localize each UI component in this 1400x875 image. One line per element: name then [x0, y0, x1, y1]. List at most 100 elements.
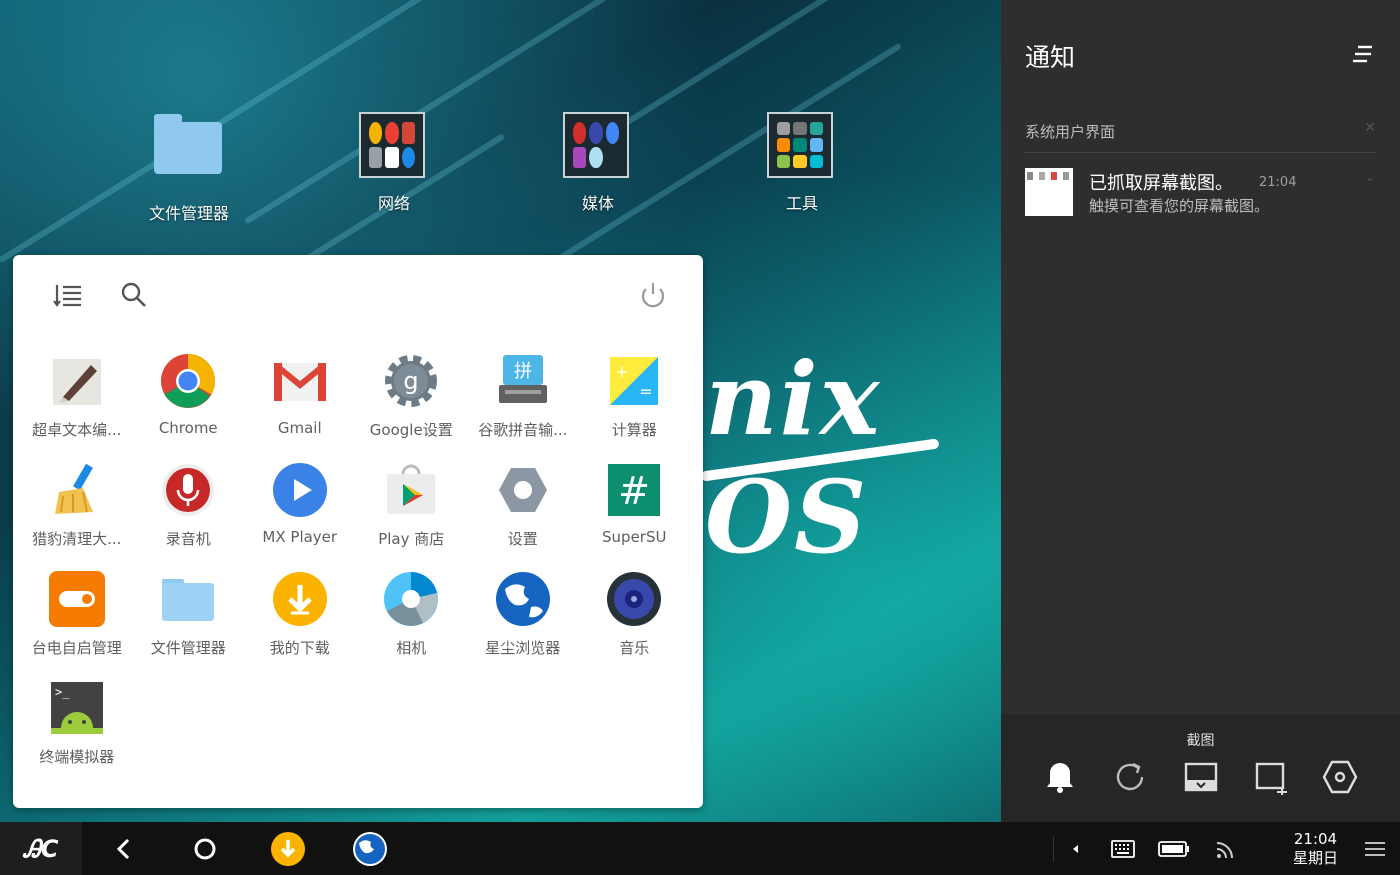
- svg-text:=: =: [640, 382, 653, 401]
- app-text-editor[interactable]: 超卓文本编...: [21, 353, 133, 441]
- app-chrome[interactable]: Chrome: [133, 353, 245, 441]
- broom-icon: [49, 462, 105, 518]
- close-icon[interactable]: ✕: [1364, 120, 1376, 136]
- crop-icon[interactable]: [1252, 758, 1290, 796]
- chevron-down-icon[interactable]: ⌄: [1365, 170, 1375, 184]
- app-calculator[interactable]: + = 计算器: [579, 353, 691, 441]
- app-autostart-manager[interactable]: 台电自启管理: [21, 571, 133, 659]
- app-file-manager[interactable]: 文件管理器: [133, 571, 245, 659]
- app-label: 录音机: [165, 530, 211, 548]
- app-label: 音乐: [619, 639, 650, 657]
- search-icon[interactable]: [116, 277, 152, 313]
- settings-icon: [495, 462, 551, 518]
- svg-text:拼: 拼: [514, 361, 532, 382]
- app-play-store[interactable]: Play 商店: [356, 462, 468, 550]
- app-label: 设置: [507, 530, 538, 548]
- screenshot-icon[interactable]: [1182, 758, 1220, 796]
- svg-text:g: g: [404, 367, 419, 395]
- keyboard-icon[interactable]: [1108, 822, 1138, 875]
- desktop-icon-label: 文件管理器: [148, 204, 229, 223]
- taskbar-clock[interactable]: 21:04 星期日: [1293, 830, 1338, 868]
- clock-day: 星期日: [1292, 849, 1338, 867]
- desktop-icon-file-manager[interactable]: 文件管理器: [129, 110, 249, 224]
- globe-icon[interactable]: [350, 822, 390, 875]
- tray-expand-icon[interactable]: [1066, 822, 1086, 875]
- home-icon[interactable]: [185, 822, 225, 875]
- text-editor-icon: [49, 353, 105, 409]
- quick-settings: 截图: [1001, 714, 1400, 822]
- panel-title: 通知: [1025, 43, 1076, 72]
- battery-icon[interactable]: [1156, 822, 1192, 875]
- menu-icon[interactable]: [1360, 822, 1390, 875]
- desktop-icon-label: 媒体: [581, 194, 614, 213]
- notification-group-title: 系统用户界面: [1025, 123, 1116, 141]
- app-label: 猎豹清理大...: [32, 530, 122, 548]
- app-label: 谷歌拼音输...: [478, 421, 568, 439]
- app-label: 我的下载: [269, 639, 330, 657]
- desktop-folder-network[interactable]: 网络: [334, 112, 454, 214]
- app-browser[interactable]: 星尘浏览器: [467, 571, 579, 659]
- app-label: 计算器: [611, 421, 657, 439]
- app-supersu[interactable]: # SuperSU: [579, 462, 691, 550]
- app-label: MX Player: [262, 528, 338, 546]
- terminal-icon: >_: [49, 680, 105, 736]
- screenshot-thumbnail: [1025, 168, 1073, 216]
- download-icon[interactable]: [268, 822, 308, 875]
- app-cleaner[interactable]: 猎豹清理大...: [21, 462, 133, 550]
- launcher-toolbar: [13, 255, 703, 335]
- desktop-icon-label: 网络: [377, 194, 410, 213]
- supersu-icon: #: [606, 462, 662, 518]
- app-grid: 超卓文本编... Chrome Gmail g Google设置 拼 谷歌拼音输…: [21, 353, 701, 768]
- app-label: 台电自启管理: [31, 639, 122, 657]
- quick-settings-label: 截图: [1186, 733, 1215, 749]
- desktop-folder-media[interactable]: 媒体: [538, 112, 658, 214]
- app-pinyin-input[interactable]: 拼 谷歌拼音输...: [467, 353, 579, 441]
- back-icon[interactable]: [104, 822, 144, 875]
- microphone-icon: [160, 462, 216, 518]
- desktop-folder-tools[interactable]: 工具: [742, 112, 862, 214]
- app-label: SuperSU: [602, 528, 667, 546]
- notification-panel: 通知 系统用户界面 ✕ 已抓取屏幕截图。 21:04 触摸可查看您的屏幕截图。 …: [1001, 0, 1400, 822]
- camera-icon: [383, 571, 439, 627]
- app-label: 星尘浏览器: [485, 639, 561, 657]
- toggle-icon: [48, 571, 105, 627]
- sort-list-icon[interactable]: [51, 277, 87, 313]
- app-label: 终端模拟器: [39, 748, 115, 766]
- app-mx-player[interactable]: MX Player: [244, 462, 356, 550]
- app-label: Play 商店: [378, 530, 445, 548]
- folder-group-icon: [767, 112, 833, 178]
- google-settings-icon: g: [383, 353, 439, 409]
- svg-text:+: +: [616, 362, 629, 381]
- svg-text:>_: >_: [55, 685, 70, 699]
- rotate-icon[interactable]: [1111, 758, 1149, 796]
- app-terminal[interactable]: >_ 终端模拟器: [21, 680, 133, 768]
- notification-item[interactable]: 已抓取屏幕截图。 21:04 触摸可查看您的屏幕截图。 ⌄: [1025, 168, 1375, 220]
- app-label: 相机: [396, 639, 427, 657]
- app-label: Google设置: [369, 421, 453, 439]
- clock-time: 21:04: [1293, 830, 1338, 848]
- app-label: 文件管理器: [150, 639, 226, 657]
- clear-all-icon[interactable]: [1352, 44, 1374, 64]
- power-icon[interactable]: [635, 277, 671, 313]
- play-store-icon: [383, 462, 439, 518]
- app-camera[interactable]: 相机: [356, 571, 468, 659]
- app-recorder[interactable]: 录音机: [133, 462, 245, 550]
- download-icon: [272, 571, 328, 627]
- start-button[interactable]: ᎯC: [0, 822, 82, 875]
- app-gmail[interactable]: Gmail: [244, 353, 356, 441]
- app-my-downloads[interactable]: 我的下载: [244, 571, 356, 659]
- play-icon: [272, 462, 328, 518]
- wifi-icon[interactable]: [1212, 822, 1240, 875]
- divider: [1025, 152, 1376, 153]
- app-label: Gmail: [277, 419, 322, 437]
- app-settings[interactable]: 设置: [467, 462, 579, 550]
- chrome-icon: [160, 353, 216, 409]
- app-google-settings[interactable]: g Google设置: [356, 353, 468, 441]
- app-music[interactable]: 音乐: [579, 571, 691, 659]
- calculator-icon: + =: [606, 353, 662, 409]
- settings-hex-icon[interactable]: [1321, 758, 1359, 796]
- gmail-icon: [272, 353, 328, 409]
- folder-icon: [154, 114, 222, 174]
- app-label: 超卓文本编...: [32, 421, 122, 439]
- bell-icon[interactable]: [1041, 758, 1079, 796]
